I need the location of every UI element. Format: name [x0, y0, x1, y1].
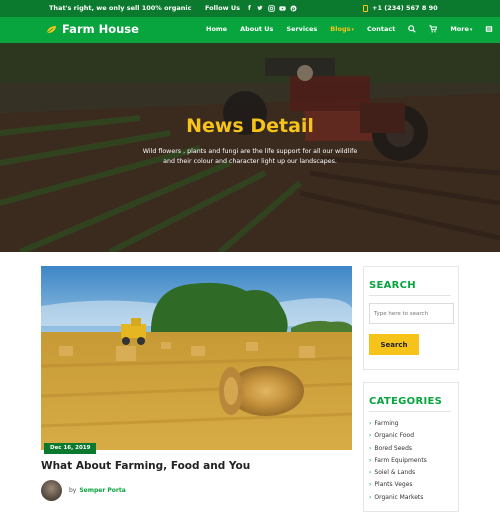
article-image[interactable] [41, 266, 352, 450]
search-button[interactable]: Search [369, 334, 419, 355]
tagline: That's right, we only sell 100% organic [49, 4, 192, 12]
category-label: Organic Markets [374, 493, 424, 501]
category-label: Plants Veges [374, 481, 413, 489]
chevron-down-icon: ▾ [351, 27, 354, 33]
category-item[interactable]: › Soiel & Lands [369, 467, 458, 479]
chevron-right-icon: › [369, 432, 372, 440]
category-item[interactable]: › Bored Seeds [369, 443, 458, 455]
phone[interactable]: +1 (234) 567 8 90 [363, 4, 438, 12]
brand-name: Farm House [62, 22, 139, 36]
author-info: by Semper Porta [41, 480, 126, 501]
hero-subtitle: Wild flowers , plants and fungi are the … [140, 147, 360, 167]
chevron-right-icon: › [369, 493, 372, 501]
category-list: › Farming › Organic Food › Bored Seeds › Far… [369, 418, 458, 504]
category-label: Soiel & Lands [374, 469, 416, 477]
categories-widget: CATEGORIES › Farming › Organic Food › Bored… [363, 382, 459, 512]
nav-item-services[interactable]: Services [286, 25, 317, 33]
category-item[interactable]: › Organic Food [369, 430, 458, 442]
category-item[interactable]: › Plants Veges [369, 479, 458, 491]
instagram-icon[interactable] [268, 4, 275, 12]
nav-item-blogs[interactable]: Blogs▾ [330, 25, 354, 33]
chevron-right-icon: › [369, 481, 372, 489]
search-input[interactable] [369, 303, 454, 324]
brand-logo[interactable]: Farm House [46, 22, 139, 36]
menu-icon[interactable] [485, 25, 493, 33]
search-heading: SEARCH [369, 280, 416, 291]
chevron-right-icon: › [369, 444, 372, 452]
search-widget: SEARCH Search [363, 266, 459, 370]
follow-label: Follow Us [205, 4, 240, 12]
category-item[interactable]: › Organic Markets [369, 492, 458, 504]
nav-item-contact[interactable]: Contact [367, 25, 395, 33]
divider [369, 295, 451, 296]
category-item[interactable]: › Farm Equipments [369, 455, 458, 467]
divider [369, 411, 451, 412]
leaf-icon [46, 25, 57, 33]
nav-item-more-label: More [450, 25, 469, 33]
avatar [41, 480, 62, 501]
hero-subtitle-line2: and their colour and character light up … [163, 158, 337, 165]
chevron-right-icon: › [369, 456, 372, 464]
nav-item-blogs-label: Blogs [330, 25, 351, 33]
main-nav: Farm House Home About Us Services Blogs▾… [0, 17, 500, 43]
cart-icon[interactable] [429, 25, 438, 33]
top-bar: That's right, we only sell 100% organic … [0, 0, 500, 17]
category-label: Bored Seeds [374, 444, 413, 452]
hero-subtitle-line1: Wild flowers , plants and fungi are the … [142, 148, 358, 155]
phone-icon [363, 4, 368, 12]
categories-heading: CATEGORIES [369, 396, 443, 407]
facebook-icon[interactable]: f [246, 5, 253, 12]
category-label: Farming [374, 420, 399, 427]
page-title: News Detail [186, 115, 314, 137]
chevron-down-icon: ▾ [469, 27, 473, 33]
nav-item-about-us[interactable]: About Us [240, 25, 273, 33]
pinterest-icon[interactable]: p [290, 4, 297, 12]
category-label: Organic Food [374, 432, 415, 440]
article-title[interactable]: What About Farming, Food and You [41, 460, 250, 472]
author-name[interactable]: Semper Porta [79, 487, 125, 494]
youtube-icon[interactable] [279, 5, 286, 12]
category-label: Farm Equipments [374, 456, 427, 464]
chevron-right-icon: › [369, 420, 372, 427]
category-item[interactable]: › Farming [369, 418, 458, 430]
twitter-icon[interactable] [257, 5, 264, 12]
nav-item-more[interactable]: More▾ [450, 25, 472, 33]
chevron-right-icon: › [369, 469, 372, 477]
hero-banner: News Detail Wild flowers , plants and fu… [0, 43, 500, 252]
nav-item-home[interactable]: Home [206, 25, 227, 33]
search-icon[interactable] [408, 25, 416, 33]
phone-number: +1 (234) 567 8 90 [372, 4, 438, 12]
by-label: by [69, 487, 77, 494]
nav-menu: Home About Us Services Blogs▾ Contact Mo… [206, 25, 500, 33]
date-badge: Dec 16, 2019 [44, 443, 97, 454]
follow-us: Follow Us f p [205, 4, 301, 12]
